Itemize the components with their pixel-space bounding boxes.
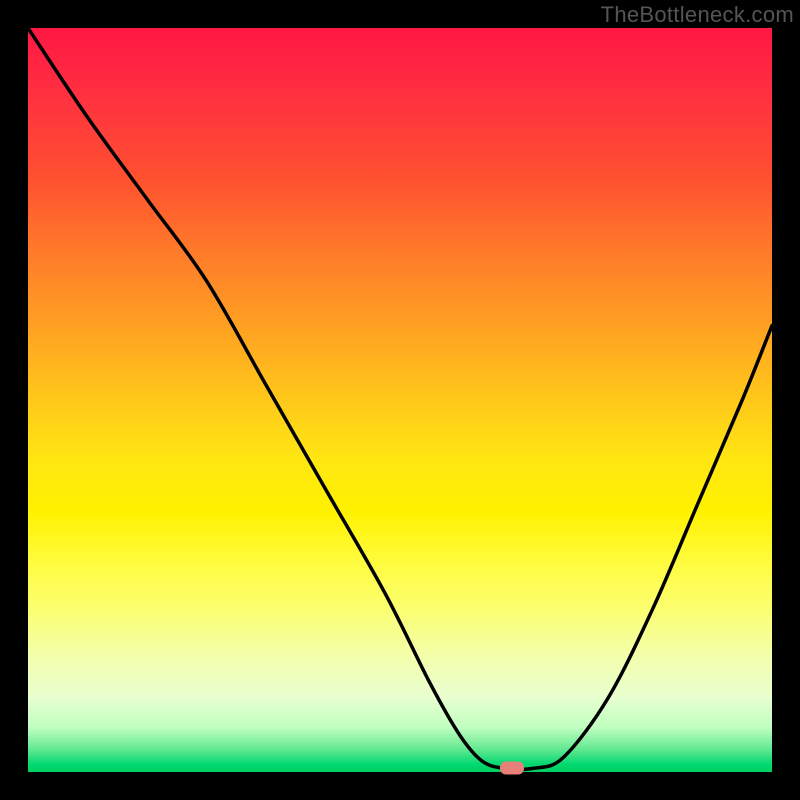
watermark-text: TheBottleneck.com	[601, 2, 794, 28]
optimal-marker	[500, 762, 524, 775]
chart-container: TheBottleneck.com	[0, 0, 800, 800]
bottleneck-curve	[28, 28, 772, 769]
plot-area	[28, 28, 772, 772]
curve-svg	[28, 28, 772, 772]
